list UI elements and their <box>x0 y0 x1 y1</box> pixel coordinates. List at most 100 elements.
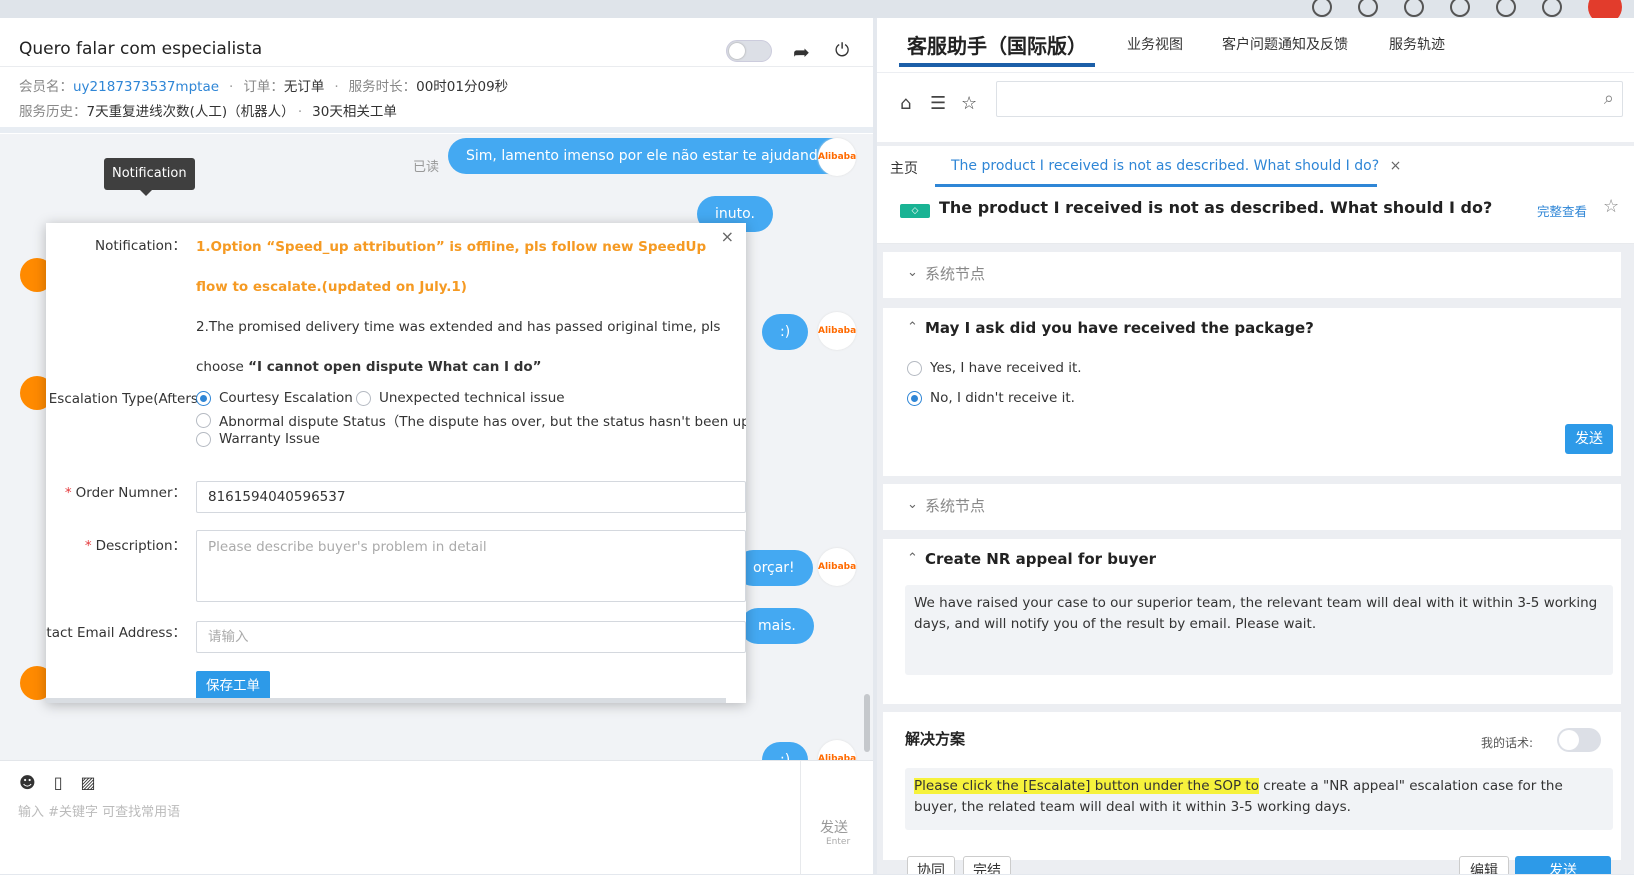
send-button[interactable]: 发送 <box>820 817 848 837</box>
tab-service-track[interactable]: 服务轨迹 <box>1389 34 1445 54</box>
close-icon[interactable]: × <box>721 227 734 246</box>
search-input[interactable]: ⌕ <box>996 81 1623 117</box>
close-tab-icon[interactable]: × <box>1390 158 1402 174</box>
image-icon[interactable]: ▨ <box>81 773 96 792</box>
highlighted-text: Please click the [Escalate] button under… <box>914 778 1259 794</box>
chevron-up-icon[interactable]: ⌃ <box>907 551 918 566</box>
radio-received[interactable]: Yes, I have received it. <box>907 360 1082 376</box>
subtab-active[interactable]: The product I received is not as describ… <box>951 158 1401 174</box>
radio-dot[interactable] <box>907 360 922 376</box>
send-solution-button[interactable]: 发送 <box>1515 856 1611 874</box>
chat-panel: Quero falar com especialista ➦ ⏻ 会员名：uy2… <box>0 18 873 875</box>
help-icon[interactable] <box>1496 0 1516 17</box>
order-number-label: * Order Numner： <box>64 485 186 501</box>
escalation-type-label: *Escalation Type(Aftersa <box>48 391 207 407</box>
chevron-up-icon[interactable]: ⌃ <box>907 320 918 335</box>
emoji-icon[interactable]: ☻ <box>19 773 36 792</box>
tab-assistant[interactable]: 客服助手（国际版） <box>907 30 1087 59</box>
chat-toggle[interactable] <box>726 40 772 62</box>
solution-text: Please click the [Escalate] button under… <box>905 768 1613 830</box>
radio-dot[interactable] <box>196 431 211 447</box>
my-script-toggle[interactable] <box>1557 728 1601 752</box>
question-title: May I ask did you have received the pack… <box>925 319 1314 337</box>
my-script-label: 我的话术: <box>1481 736 1534 750</box>
order-number-input[interactable]: 8161594040596537 <box>196 481 746 513</box>
star-icon[interactable]: ☆ <box>961 93 977 114</box>
member-label: 会员名： <box>19 79 73 95</box>
edit-button[interactable]: 编辑 <box>1459 856 1509 874</box>
power-icon[interactable]: ⏻ <box>835 40 849 61</box>
search-icon[interactable]: ⌕ <box>1604 88 1614 109</box>
sub-tabs: 主页 The product I received is not as desc… <box>877 142 1634 190</box>
agent-avatar: Alibaba <box>818 548 856 586</box>
member-link[interactable]: uy2187373537mptae <box>73 79 219 95</box>
message-icon[interactable] <box>1404 0 1424 17</box>
history-value[interactable]: 7天重复进线次数(人工)（机器人） <box>87 104 288 120</box>
message-bubble: Sim, lamento imenso por ele não estar te… <box>448 138 849 174</box>
home-icon[interactable]: ⌂ <box>900 93 911 114</box>
agent-avatar: Alibaba <box>818 312 856 350</box>
agent-avatar: Alibaba <box>818 740 856 760</box>
subtab-indicator <box>935 184 1377 187</box>
radio-not-received[interactable]: No, I didn't receive it. <box>907 390 1075 406</box>
tab-customer-issues[interactable]: 客户问题通知及反馈 <box>1222 34 1348 54</box>
save-ticket-button[interactable]: 保存工单 <box>196 671 270 701</box>
share-icon[interactable]: ➦ <box>793 40 810 64</box>
clock-icon[interactable] <box>1358 0 1378 17</box>
read-status: 已读 <box>413 160 440 175</box>
chat-meta-row-2: 服务历史：7天重复进线次数(人工)（机器人） · 30天相关工单 <box>19 104 397 120</box>
description-label: * Description： <box>84 538 186 554</box>
composer-tools: ☻ ▯ ▨ <box>19 773 96 792</box>
sop-header: ◇ The product I received is not as descr… <box>877 190 1634 244</box>
tab-business-view[interactable]: 业务视图 <box>1127 34 1183 54</box>
message-bubble: :) <box>762 742 809 760</box>
list-icon[interactable]: ☰ <box>930 93 946 114</box>
radio-warranty-issue[interactable]: Warranty Issue <box>196 431 320 447</box>
message-bubble: :) <box>762 314 809 350</box>
radio-dot[interactable] <box>907 390 922 406</box>
chat-meta-row-1: 会员名：uy2187373537mptae · 订单：无订单 · 服务时长：00时01分… <box>19 79 509 95</box>
favorite-icon[interactable]: ☆ <box>1603 196 1619 217</box>
search-row: ⌂ ☰ ☆ ⌕ <box>877 72 1634 142</box>
agent-avatar: Alibaba <box>818 138 856 176</box>
subtab-home[interactable]: 主页 <box>890 158 918 178</box>
notification-label: Notification： <box>95 238 186 254</box>
view-full-link[interactable]: 完整查看 <box>1537 201 1587 220</box>
chat-scrollbar[interactable] <box>864 694 870 752</box>
notification-tooltip: Notification <box>104 158 195 196</box>
radio-abnormal-dispute[interactable]: Abnormal dispute Status（The dispute has … <box>196 410 746 430</box>
chat-header: Quero falar com especialista ➦ ⏻ 会员名：uy2… <box>0 18 873 133</box>
system-node-card[interactable]: ⌄ 系统节点 <box>883 252 1621 298</box>
info-icon[interactable] <box>1450 0 1470 17</box>
email-input[interactable]: 请输入 <box>196 621 746 653</box>
duration-value: 00时01分09秒 <box>416 79 509 95</box>
modal-scrollbar[interactable] <box>46 698 726 703</box>
cooperate-button[interactable]: 协同 <box>907 856 955 874</box>
description-textarea[interactable]: Please describe buyer's problem in detai… <box>196 530 746 602</box>
send-button[interactable]: 发送 <box>1565 424 1613 454</box>
radio-courtesy-escalation[interactable]: Courtesy Escalation <box>196 390 353 406</box>
bookmark-icon[interactable] <box>1312 0 1332 17</box>
radio-dot[interactable] <box>196 412 211 428</box>
order-value: 无订单 <box>283 79 325 95</box>
appeal-title: Create NR appeal for buyer <box>925 550 1157 568</box>
divider <box>0 66 873 67</box>
sop-badge: ◇ <box>900 204 930 218</box>
composer: ☻ ▯ ▨ 输入 #关键字 可查找常用语 发送 Enter <box>0 760 873 875</box>
file-icon[interactable]: ▯ <box>54 773 63 792</box>
solution-card: 解决方案 我的话术: Please click the [Escalate] b… <box>883 712 1621 860</box>
message-input[interactable]: 输入 #关键字 可查找常用语 <box>18 801 180 820</box>
finish-button[interactable]: 完结 <box>963 856 1011 874</box>
divider <box>800 761 801 875</box>
related-tickets[interactable]: 30天相关工单 <box>312 104 397 120</box>
radio-unexpected-technical[interactable]: Unexpected technical issue <box>356 390 565 406</box>
glasses-icon[interactable] <box>1542 0 1562 17</box>
history-label: 服务历史： <box>19 104 87 120</box>
radio-dot[interactable] <box>196 390 211 406</box>
radio-dot[interactable] <box>356 390 371 406</box>
system-node-card[interactable]: ⌄ 系统节点 <box>883 484 1621 530</box>
chevron-down-icon[interactable]: ⌄ <box>907 497 918 512</box>
chevron-down-icon[interactable]: ⌄ <box>907 265 918 280</box>
top-bar <box>0 0 1634 24</box>
active-tab-indicator <box>899 63 1095 67</box>
